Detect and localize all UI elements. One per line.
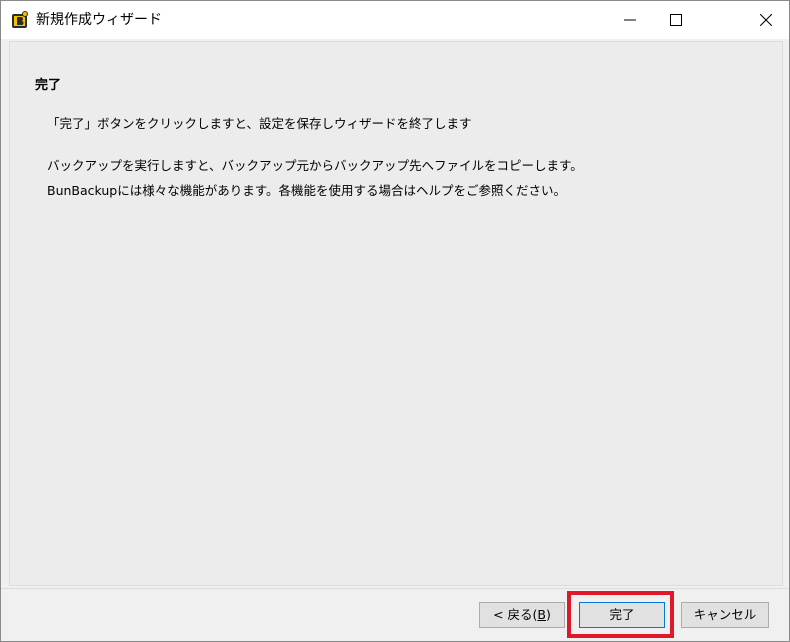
wizard-content-panel: 完了 「完了」ボタンをクリックしますと、設定を保存しウィザードを終了します バッ…: [9, 41, 783, 586]
help-hint-text: BunBackupには様々な機能があります。各機能を使用する場合はヘルプをご参照…: [47, 183, 566, 198]
minimize-button[interactable]: [607, 1, 653, 39]
back-button[interactable]: < 戻る(B): [479, 602, 565, 628]
footer-divider: [1, 588, 789, 589]
finish-button-highlight: [567, 591, 674, 638]
page-heading: 完了: [35, 78, 62, 93]
bunbackup-app-icon: [12, 11, 28, 28]
window-title: 新規作成ウィザード: [36, 12, 162, 28]
maximize-icon: [670, 14, 682, 26]
back-button-label: < 戻る(B): [493, 607, 551, 622]
title-bar[interactable]: 新規作成ウィザード: [1, 1, 789, 39]
wizard-window: 新規作成ウィザード 完了 「完了」ボタンをクリックしますと、設定を保存しウィザー…: [0, 0, 790, 642]
maximize-button[interactable]: [653, 1, 699, 39]
close-button[interactable]: [743, 1, 789, 39]
backup-description-text: バックアップを実行しますと、バックアップ元からバックアップ先へファイルをコピーし…: [47, 158, 583, 173]
cancel-button[interactable]: キャンセル: [681, 602, 769, 628]
close-icon: [760, 14, 772, 26]
minimize-icon: [624, 19, 636, 21]
instruction-text: 「完了」ボタンをクリックしますと、設定を保存しウィザードを終了します: [47, 116, 472, 131]
